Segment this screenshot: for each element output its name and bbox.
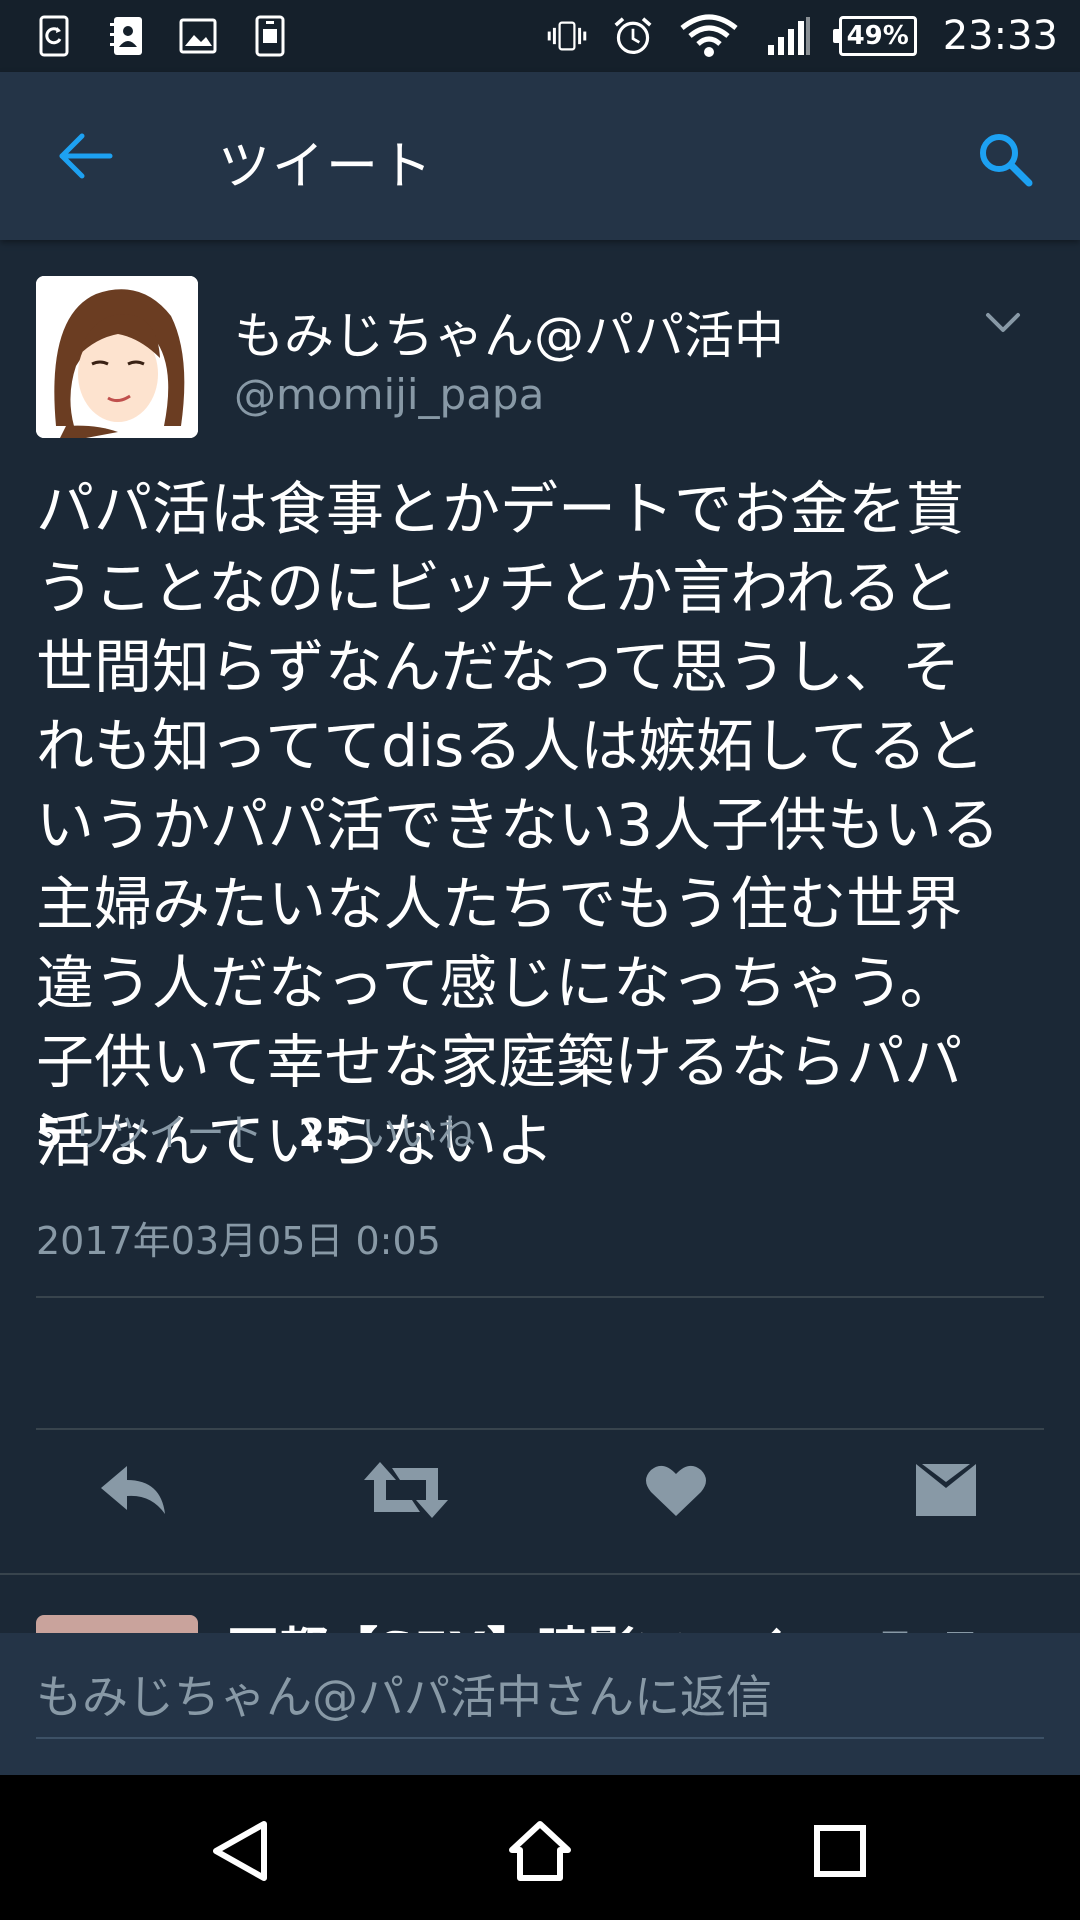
image-icon xyxy=(178,14,218,58)
user-handle[interactable]: @momiji_papa xyxy=(234,370,544,419)
recents-icon xyxy=(814,1825,866,1877)
avatar[interactable] xyxy=(36,1615,198,1633)
reply-bar xyxy=(0,1633,1080,1775)
tweet-timestamp: 2017年03月05日 0:05 xyxy=(36,1219,441,1263)
back-button[interactable] xyxy=(54,124,118,188)
wifi-icon xyxy=(679,14,739,58)
reply-button[interactable] xyxy=(84,1440,184,1540)
search-button[interactable] xyxy=(970,124,1040,194)
tweet-actions xyxy=(0,1440,1080,1570)
navigation-bar xyxy=(0,1775,1080,1920)
sync-icon xyxy=(34,14,74,58)
contacts-icon xyxy=(106,14,146,58)
retweet-count[interactable]: 5 xyxy=(36,1111,62,1155)
reply-date: 3月5日 xyxy=(849,1617,980,1633)
app-bar: ツイート xyxy=(0,72,1080,240)
like-icon xyxy=(646,1465,706,1516)
phone-transfer-icon xyxy=(250,14,290,58)
retweet-button[interactable] xyxy=(356,1440,456,1540)
direct-message-icon xyxy=(916,1464,976,1516)
reply-list-item[interactable]: 西都【SEX】晴影マエイ 3月5日 xyxy=(0,1575,1080,1633)
divider xyxy=(36,1428,1044,1430)
status-time: 23:33 xyxy=(942,13,1058,59)
tweet-menu-button[interactable] xyxy=(978,298,1028,348)
reply-display-name: 西都【SEX】晴影マエイ xyxy=(228,1611,787,1633)
retweet-icon xyxy=(364,1462,448,1518)
tweet-text: パパ活は食事とかデートでお金を貰 うことなのにビッチとか言われると 世間知らずな… xyxy=(36,475,1000,1175)
alarm-icon xyxy=(613,14,653,58)
like-label[interactable]: いいね xyxy=(361,1102,475,1157)
like-count[interactable]: 25 xyxy=(298,1111,351,1155)
vibrate-icon xyxy=(547,14,587,58)
direct-message-button[interactable] xyxy=(896,1440,996,1540)
notification-icons xyxy=(34,14,290,58)
chevron-down-icon xyxy=(986,313,1020,332)
home-nav-button[interactable] xyxy=(500,1811,580,1891)
avatar[interactable] xyxy=(36,276,198,438)
back-nav-button[interactable] xyxy=(200,1811,280,1891)
tweet-stats: 5 リツイート 25 いいね xyxy=(36,1102,511,1157)
like-button[interactable] xyxy=(626,1440,726,1540)
home-icon xyxy=(509,1821,571,1881)
divider xyxy=(36,1296,1044,1298)
arrow-left-icon xyxy=(59,133,113,179)
battery-icon: 49% xyxy=(832,16,917,56)
display-name[interactable]: もみじちゃん@パパ活中 xyxy=(234,296,784,368)
signal-icon xyxy=(765,14,813,58)
reply-input[interactable] xyxy=(36,1657,1044,1739)
status-bar: 49% 23:33 xyxy=(0,0,1080,72)
system-icons: 49% 23:33 xyxy=(547,13,1058,59)
reply-icon xyxy=(101,1466,165,1514)
page-title: ツイート xyxy=(218,137,435,197)
search-icon xyxy=(980,134,1033,187)
retweet-label[interactable]: リツイート xyxy=(72,1102,262,1157)
recents-nav-button[interactable] xyxy=(800,1811,880,1891)
back-triangle-icon xyxy=(213,1821,267,1881)
battery-level: 49% xyxy=(846,21,909,51)
